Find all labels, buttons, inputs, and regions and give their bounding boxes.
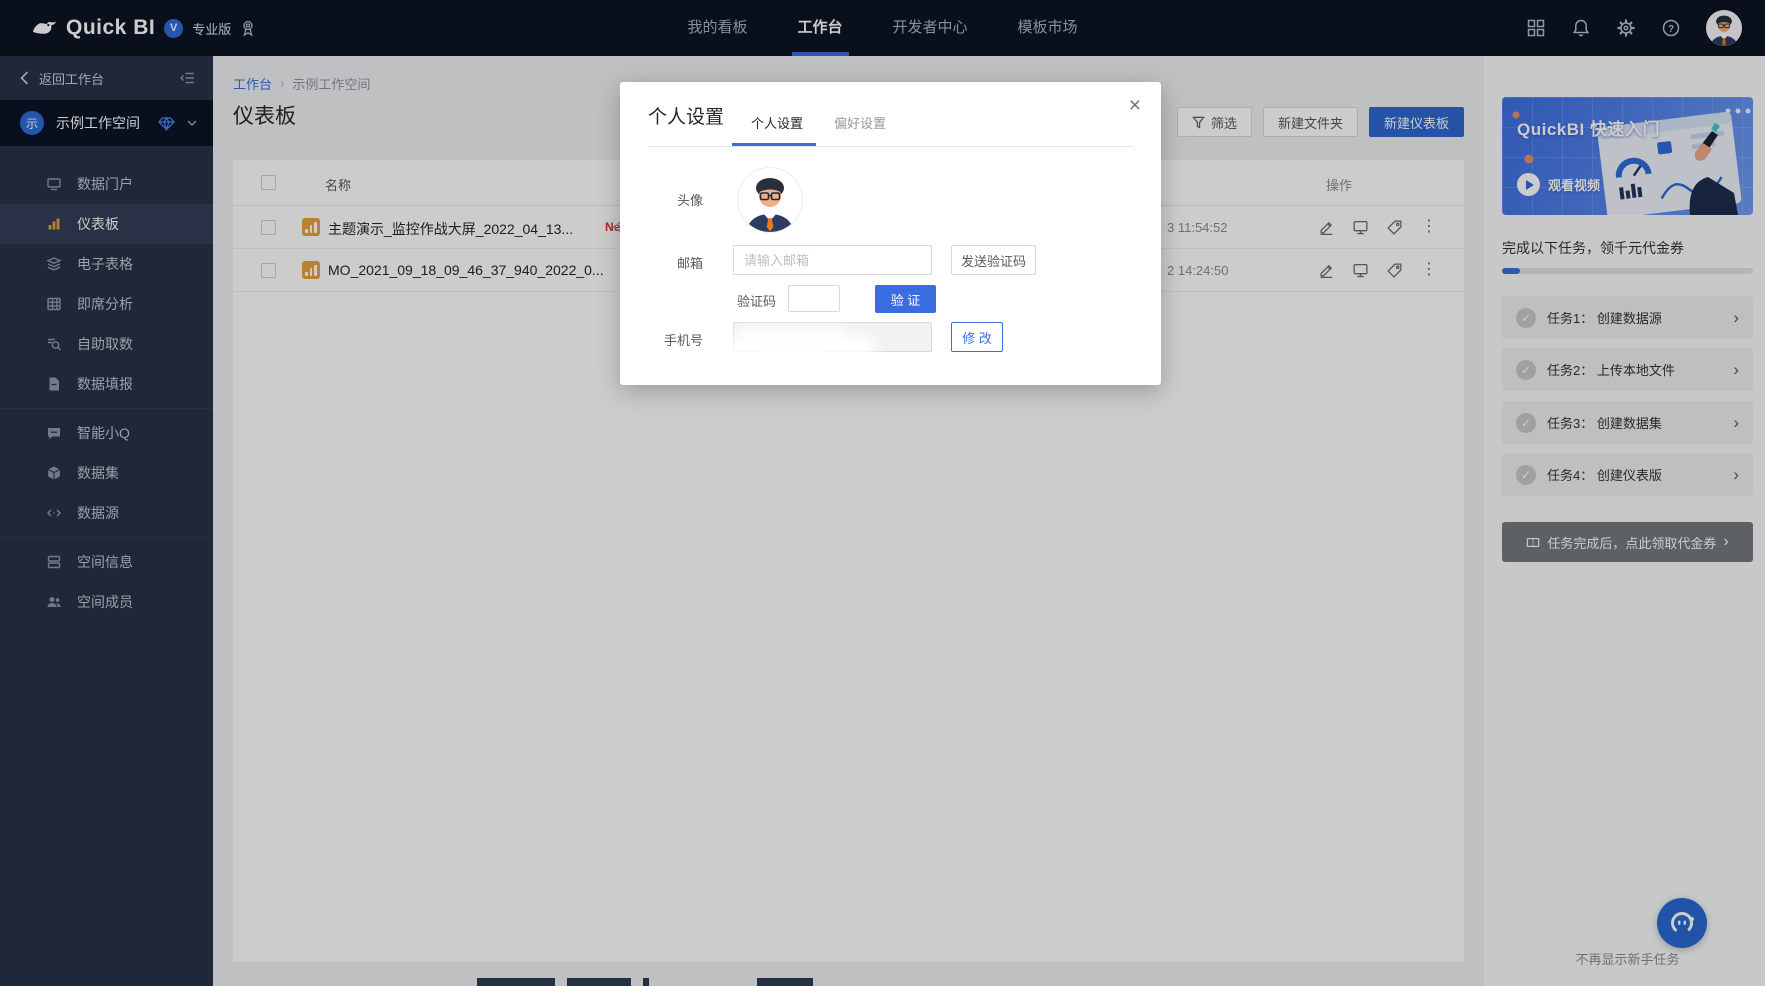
verify-button[interactable]: 验 证 bbox=[875, 285, 936, 313]
close-icon[interactable]: × bbox=[1129, 94, 1141, 118]
email-input[interactable] bbox=[733, 245, 932, 275]
send-code-button[interactable]: 发送验证码 bbox=[951, 245, 1036, 275]
blur-blob bbox=[726, 336, 876, 358]
modify-button[interactable]: 修 改 bbox=[951, 322, 1003, 352]
profile-avatar[interactable] bbox=[737, 167, 803, 233]
phone-input-masked bbox=[733, 322, 932, 352]
tab-preference-settings[interactable]: 偏好设置 bbox=[834, 113, 886, 132]
personal-settings-modal: 个人设置 个人设置 偏好设置 × 头像 邮箱 发送验证码 验证码 验 证 手机 bbox=[620, 82, 1161, 385]
phone-label: 手机号 bbox=[620, 330, 703, 349]
code-input[interactable] bbox=[788, 285, 840, 312]
modal-title: 个人设置 bbox=[648, 102, 724, 129]
tab-divider bbox=[648, 146, 1133, 147]
code-label: 验证码 bbox=[737, 291, 776, 310]
email-label: 邮箱 bbox=[620, 253, 703, 272]
tab-personal-settings[interactable]: 个人设置 bbox=[751, 113, 803, 132]
avatar-label: 头像 bbox=[620, 190, 703, 209]
